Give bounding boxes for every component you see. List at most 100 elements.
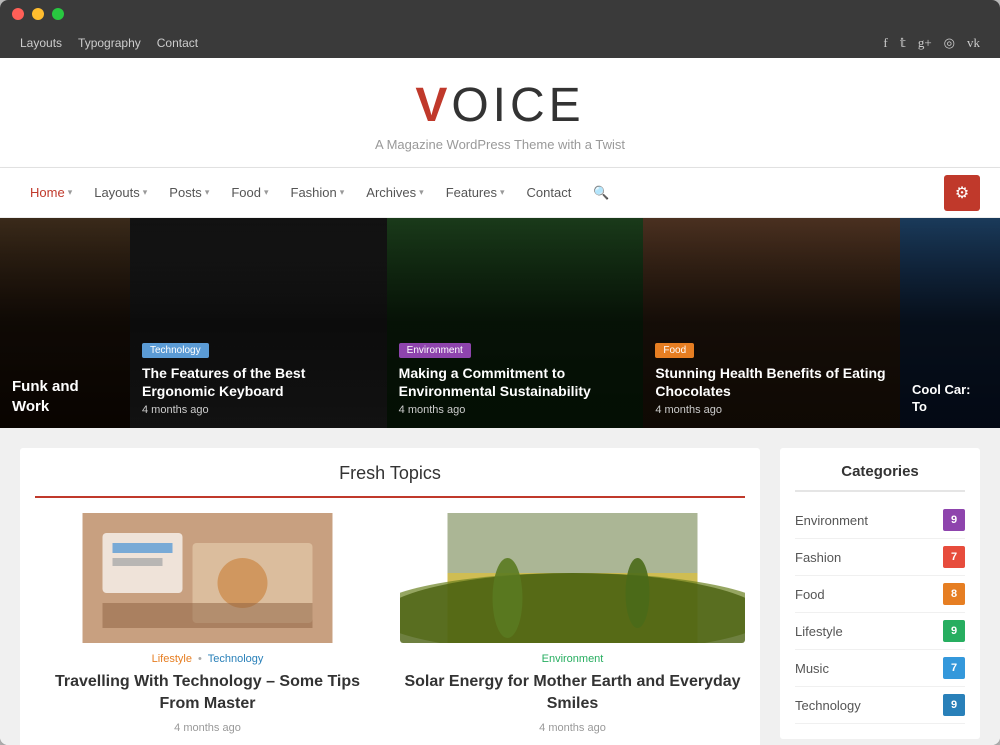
cat-name-environment: Environment: [795, 513, 868, 528]
site-logo[interactable]: VOICE: [0, 78, 1000, 133]
slide-2[interactable]: Technology The Features of the Best Ergo…: [130, 218, 387, 428]
cat-count-food: 8: [943, 583, 965, 605]
cat-separator: •: [198, 653, 202, 665]
nav-food-label: Food: [231, 185, 261, 200]
slide-1-title: Funk and Work: [12, 377, 118, 416]
topbar-typography[interactable]: Typography: [78, 36, 141, 50]
twitter-icon[interactable]: 𝕥: [900, 35, 906, 51]
settings-button[interactable]: ⚙: [944, 175, 980, 211]
sidebar: Categories Environment 9 Fashion 7 Food …: [780, 448, 980, 745]
site-tagline: A Magazine WordPress Theme with a Twist: [0, 137, 1000, 152]
admin-topbar: Layouts Typography Contact f 𝕥 g+ ◎ vk: [0, 28, 1000, 58]
nav-features[interactable]: Features ▾: [436, 177, 515, 208]
main-navigation: Home ▾ Layouts ▾ Posts ▾ Food ▾ Fashion …: [0, 168, 1000, 218]
cat-item-fashion[interactable]: Fashion 7: [795, 539, 965, 576]
article-2: Environment Solar Energy for Mother Eart…: [400, 513, 745, 745]
facebook-icon[interactable]: f: [883, 35, 887, 51]
fresh-topics-widget: Fresh Topics: [20, 448, 760, 745]
nav-contact-label: Contact: [527, 185, 572, 200]
cat-item-lifestyle[interactable]: Lifestyle 9: [795, 613, 965, 650]
titlebar: [0, 0, 1000, 28]
cat-count-environment: 9: [943, 509, 965, 531]
cat-item-food[interactable]: Food 8: [795, 576, 965, 613]
hero-slider: Funk and Work Technology The Features of…: [0, 218, 1000, 428]
nav-layouts-label: Layouts: [94, 185, 140, 200]
googleplus-icon[interactable]: g+: [918, 35, 932, 51]
article-1-title[interactable]: Travelling With Technology – Some Tips F…: [35, 671, 380, 716]
slide-1[interactable]: Funk and Work: [0, 218, 130, 428]
slide-2-date: 4 months ago: [142, 404, 375, 416]
nav-features-label: Features: [446, 185, 497, 200]
nav-posts-arrow: ▾: [205, 187, 210, 198]
slide-5-overlay: Cool Car: To: [900, 218, 1000, 428]
article-1-image[interactable]: [35, 513, 380, 643]
fresh-topics-title: Fresh Topics: [35, 463, 745, 498]
cat-name-food: Food: [795, 587, 825, 602]
social-links: f 𝕥 g+ ◎ vk: [883, 35, 980, 51]
article-1-categories: Lifestyle • Technology: [35, 653, 380, 665]
slide-2-title: The Features of the Best Ergonomic Keybo…: [142, 364, 375, 400]
slide-3[interactable]: Environment Making a Commitment to Envir…: [387, 218, 644, 428]
close-button[interactable]: [12, 8, 24, 20]
main-content: Fresh Topics: [20, 448, 760, 745]
topbar-layouts[interactable]: Layouts: [20, 36, 62, 50]
topbar-contact[interactable]: Contact: [157, 36, 198, 50]
logo-rest: OICE: [451, 79, 584, 132]
minimize-button[interactable]: [32, 8, 44, 20]
slide-4-overlay: Food Stunning Health Benefits of Eating …: [643, 218, 900, 428]
slide-4-badge: Food: [655, 343, 694, 358]
slide-4-date: 4 months ago: [655, 404, 888, 416]
slide-3-date: 4 months ago: [399, 404, 632, 416]
content-area: Fresh Topics: [0, 428, 1000, 745]
browser-window: Layouts Typography Contact f 𝕥 g+ ◎ vk V…: [0, 0, 1000, 745]
nav-posts[interactable]: Posts ▾: [159, 177, 219, 208]
cat-item-music[interactable]: Music 7: [795, 650, 965, 687]
article-2-image[interactable]: [400, 513, 745, 643]
cat-count-fashion: 7: [943, 546, 965, 568]
nav-fashion[interactable]: Fashion ▾: [281, 177, 355, 208]
slide-3-title: Making a Commitment to Environmental Sus…: [399, 364, 632, 400]
cat-name-music: Music: [795, 661, 829, 676]
slide-1-overlay: Funk and Work: [0, 218, 130, 428]
instagram-icon[interactable]: ◎: [944, 35, 955, 51]
cat-item-environment[interactable]: Environment 9: [795, 502, 965, 539]
article-2-title[interactable]: Solar Energy for Mother Earth and Everyd…: [400, 671, 745, 716]
cat-name-lifestyle: Lifestyle: [795, 624, 843, 639]
nav-archives[interactable]: Archives ▾: [356, 177, 433, 208]
slide-3-overlay: Environment Making a Commitment to Envir…: [387, 218, 644, 428]
cat-item-technology[interactable]: Technology 9: [795, 687, 965, 724]
nav-archives-arrow: ▾: [419, 187, 424, 198]
article-1-cat-lifestyle[interactable]: Lifestyle: [152, 653, 192, 665]
cat-count-technology: 9: [943, 694, 965, 716]
article-1-cat-technology[interactable]: Technology: [208, 653, 264, 665]
logo-v: V: [415, 79, 451, 132]
categories-widget: Categories Environment 9 Fashion 7 Food …: [780, 448, 980, 739]
slide-5[interactable]: Cool Car: To: [900, 218, 1000, 428]
nav-contact[interactable]: Contact: [517, 177, 582, 208]
nav-layouts[interactable]: Layouts ▾: [84, 177, 157, 208]
search-icon: 🔍: [593, 185, 609, 201]
nav-home[interactable]: Home ▾: [20, 177, 82, 208]
nav-posts-label: Posts: [169, 185, 202, 200]
nav-search[interactable]: 🔍: [583, 177, 619, 209]
slide-4[interactable]: Food Stunning Health Benefits of Eating …: [643, 218, 900, 428]
slide-4-title: Stunning Health Benefits of Eating Choco…: [655, 364, 888, 400]
article-1-date: 4 months ago: [35, 722, 380, 734]
article-2-date: 4 months ago: [400, 722, 745, 734]
article-2-cat-environment[interactable]: Environment: [542, 653, 604, 665]
topbar-nav: Layouts Typography Contact: [20, 36, 198, 50]
nav-items: Home ▾ Layouts ▾ Posts ▾ Food ▾ Fashion …: [20, 177, 620, 209]
slide-5-title: Cool Car: To: [912, 382, 988, 416]
nav-layouts-arrow: ▾: [143, 187, 148, 198]
nav-food-arrow: ▾: [264, 187, 269, 198]
cat-count-lifestyle: 9: [943, 620, 965, 642]
categories-list: Environment 9 Fashion 7 Food 8 Lifestyle…: [795, 502, 965, 724]
slide-2-badge: Technology: [142, 343, 209, 358]
nav-food[interactable]: Food ▾: [221, 177, 278, 208]
vk-icon[interactable]: vk: [967, 35, 980, 51]
cat-name-fashion: Fashion: [795, 550, 841, 565]
maximize-button[interactable]: [52, 8, 64, 20]
cat-count-music: 7: [943, 657, 965, 679]
nav-home-label: Home: [30, 185, 65, 200]
cat-name-technology: Technology: [795, 698, 861, 713]
